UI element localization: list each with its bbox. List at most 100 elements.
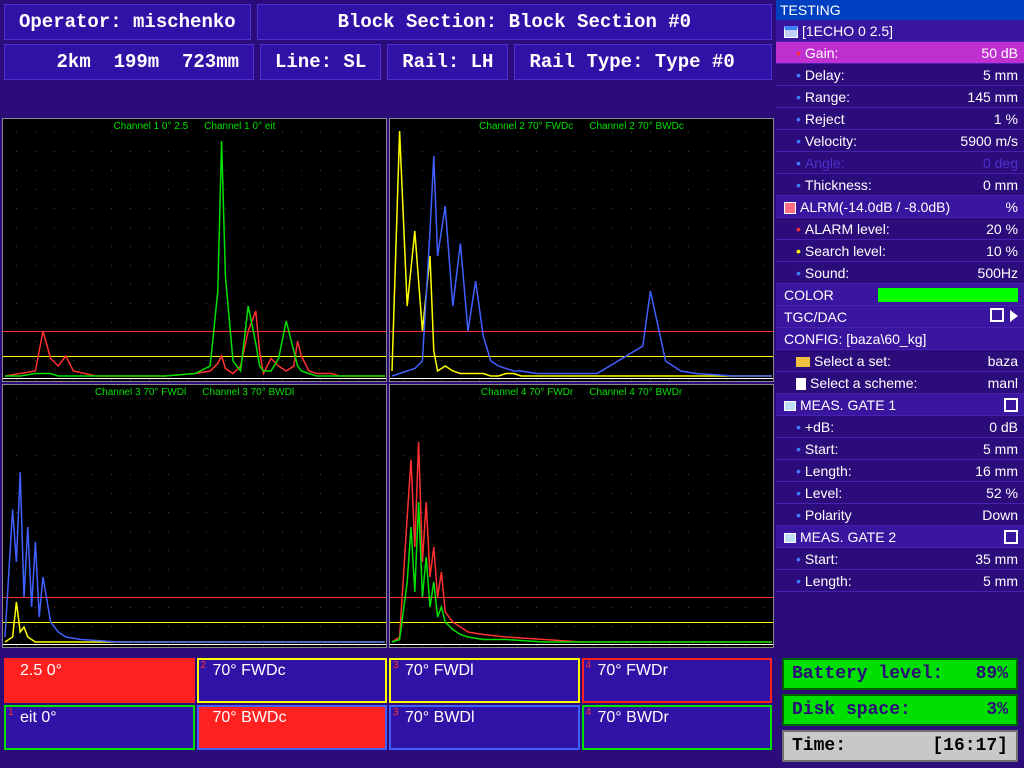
param-delay-label: Delay: xyxy=(805,67,845,83)
channel-box-8[interactable]: 470° BWDr xyxy=(582,705,773,750)
distance-m: 199m xyxy=(114,51,160,73)
folder-icon xyxy=(796,357,810,367)
block-section-label: Block Section: xyxy=(338,11,498,33)
channel-box-3[interactable]: 370° FWDl xyxy=(389,658,580,703)
gate1-length-row[interactable]: •Length:16 mm xyxy=(776,460,1024,482)
gate2-checkbox[interactable] xyxy=(1004,530,1018,544)
channel-box-5[interactable]: 1eit 0° xyxy=(4,705,195,750)
bullet-icon: • xyxy=(796,111,801,127)
bullet-icon: • xyxy=(796,67,801,83)
select-scheme-row[interactable]: Select a scheme: manl xyxy=(776,372,1024,394)
disk-value: 3% xyxy=(986,700,1008,720)
gate1-checkbox[interactable] xyxy=(1004,398,1018,412)
document-icon xyxy=(796,378,806,390)
color-row[interactable]: COLOR xyxy=(776,284,1024,306)
gate1-polarity-row[interactable]: •PolarityDown xyxy=(776,504,1024,526)
gate-icon xyxy=(784,533,796,543)
gate1-level-row[interactable]: •Level:52 % xyxy=(776,482,1024,504)
plot-3: Channel 3 70° FWDlChannel 3 70° BWDl xyxy=(2,384,387,648)
param-thickness-row[interactable]: •Thickness: 0 mm xyxy=(776,174,1024,196)
alrm-sound-val: 500Hz xyxy=(978,265,1018,281)
rail-type-box: Rail Type: Type #0 xyxy=(514,44,772,80)
alrm-search_level-val: 10 % xyxy=(986,243,1018,259)
operator-box: Operator: mischenko xyxy=(4,4,251,40)
tgc-dac-label: TGC/DAC xyxy=(784,309,847,325)
channel-box-2[interactable]: 270° FWDc xyxy=(197,658,388,703)
rail-label: Rail: xyxy=(402,51,459,73)
plot-legend: Channel 4 70° FWDrChannel 4 70° BWDr xyxy=(390,387,773,398)
bullet-icon: • xyxy=(796,551,801,567)
param-range-row[interactable]: •Range:145 mm xyxy=(776,86,1024,108)
operator-value: mischenko xyxy=(133,11,236,33)
gate2-length-val: 5 mm xyxy=(983,573,1018,589)
param-thickness-val: 0 mm xyxy=(983,177,1018,193)
bullet-icon: • xyxy=(796,573,801,589)
rail-type-label: Rail Type: xyxy=(529,51,643,73)
bullet-icon: • xyxy=(796,507,801,523)
select-scheme-val: manl xyxy=(988,375,1018,391)
param-velocity-row[interactable]: •Velocity:5900 m/s xyxy=(776,130,1024,152)
gate2-start-val: 35 mm xyxy=(975,551,1018,567)
param-reject-row[interactable]: •Reject1 % xyxy=(776,108,1024,130)
echo-header[interactable]: [1ECHO 0 2.5] xyxy=(776,20,1024,42)
param-velocity-val: 5900 m/s xyxy=(960,133,1018,149)
gate1-start-row[interactable]: •Start:5 mm xyxy=(776,438,1024,460)
sidebar: TESTING [1ECHO 0 2.5] •Gain:50 dB•Delay:… xyxy=(776,0,1024,768)
alrm-alarm_level-row[interactable]: •ALARM level: 20 % xyxy=(776,218,1024,240)
bullet-icon: • xyxy=(796,485,801,501)
bullet-icon: • xyxy=(796,265,801,281)
plot-legend: Channel 3 70° FWDlChannel 3 70° BWDl xyxy=(3,387,386,398)
select-set-row[interactable]: Select a set: baza xyxy=(776,350,1024,372)
channel-num: 1 xyxy=(8,660,14,671)
bullet-icon: • xyxy=(796,133,801,149)
channel-box-1[interactable]: 12.5 0° xyxy=(4,658,195,703)
alrm-alarm_level-val: 20 % xyxy=(986,221,1018,237)
battery-status: Battery level: 89% xyxy=(782,658,1018,690)
channel-label: 70° FWDc xyxy=(213,662,286,680)
channel-label: 70° FWDl xyxy=(405,662,474,680)
channel-box-4[interactable]: 470° FWDr xyxy=(582,658,773,703)
distance-box: 2km 199m 723mm xyxy=(4,44,254,80)
gate2-header-label: MEAS. GATE 2 xyxy=(800,529,896,545)
plot-legend: Channel 2 70° FWDcChannel 2 70° BWDc xyxy=(390,121,773,132)
gate1-start-val: 5 mm xyxy=(983,441,1018,457)
param-gain-row[interactable]: •Gain:50 dB xyxy=(776,42,1024,64)
param-range-val: 145 mm xyxy=(967,89,1018,105)
param-thickness-label: Thickness: xyxy=(805,177,872,193)
channel-box-7[interactable]: 370° BWDl xyxy=(389,705,580,750)
gate2-start-row[interactable]: •Start:35 mm xyxy=(776,548,1024,570)
plot-2: Channel 2 70° FWDcChannel 2 70° BWDc xyxy=(389,118,774,382)
gate-icon xyxy=(784,401,796,411)
gate1-length-val: 16 mm xyxy=(975,463,1018,479)
bullet-icon: • xyxy=(796,89,801,105)
gate1-plus_db-row[interactable]: •+dB:0 dB xyxy=(776,416,1024,438)
gate1-plus_db-val: 0 dB xyxy=(989,419,1018,435)
alrm-search_level-row[interactable]: •Search level:10 % xyxy=(776,240,1024,262)
param-angle-row[interactable]: •Angle:0 deg xyxy=(776,152,1024,174)
tgc-dac-checkbox[interactable] xyxy=(990,308,1004,322)
gate1-header[interactable]: MEAS. GATE 1 xyxy=(776,394,1024,416)
gate1-polarity-label: Polarity xyxy=(805,507,852,523)
alrm-header[interactable]: ALRM(-14.0dB / -8.0dB) % xyxy=(776,196,1024,218)
plot-1: Channel 1 0° 2.5Channel 1 0° eit xyxy=(2,118,387,382)
gate2-header[interactable]: MEAS. GATE 2 xyxy=(776,526,1024,548)
distance-km: 2km xyxy=(57,51,91,73)
param-angle-val: 0 deg xyxy=(983,155,1018,171)
disk-status: Disk space: 3% xyxy=(782,694,1018,726)
flag-icon xyxy=(784,202,796,214)
gate2-length-row[interactable]: •Length: 5 mm xyxy=(776,570,1024,592)
param-delay-row[interactable]: •Delay:5 mm xyxy=(776,64,1024,86)
channel-label: 70° BWDr xyxy=(598,709,669,727)
channel-box-6[interactable]: 270° BWDc xyxy=(197,705,388,750)
rail-type-value: Type #0 xyxy=(655,51,735,73)
config-row[interactable]: CONFIG: [baza\60_kg] xyxy=(776,328,1024,350)
alrm-sound-row[interactable]: •Sound:500Hz xyxy=(776,262,1024,284)
bullet-icon: • xyxy=(796,177,801,193)
param-gain-val: 50 dB xyxy=(981,45,1018,61)
arrow-right-icon[interactable] xyxy=(1010,310,1018,322)
gate2-length-label: Length: xyxy=(805,573,852,589)
bullet-icon: • xyxy=(796,221,801,237)
tgc-dac-row[interactable]: TGC/DAC xyxy=(776,306,1024,328)
alrm-alarm_level-label: ALARM level: xyxy=(805,221,890,237)
operator-label: Operator: xyxy=(19,11,122,33)
